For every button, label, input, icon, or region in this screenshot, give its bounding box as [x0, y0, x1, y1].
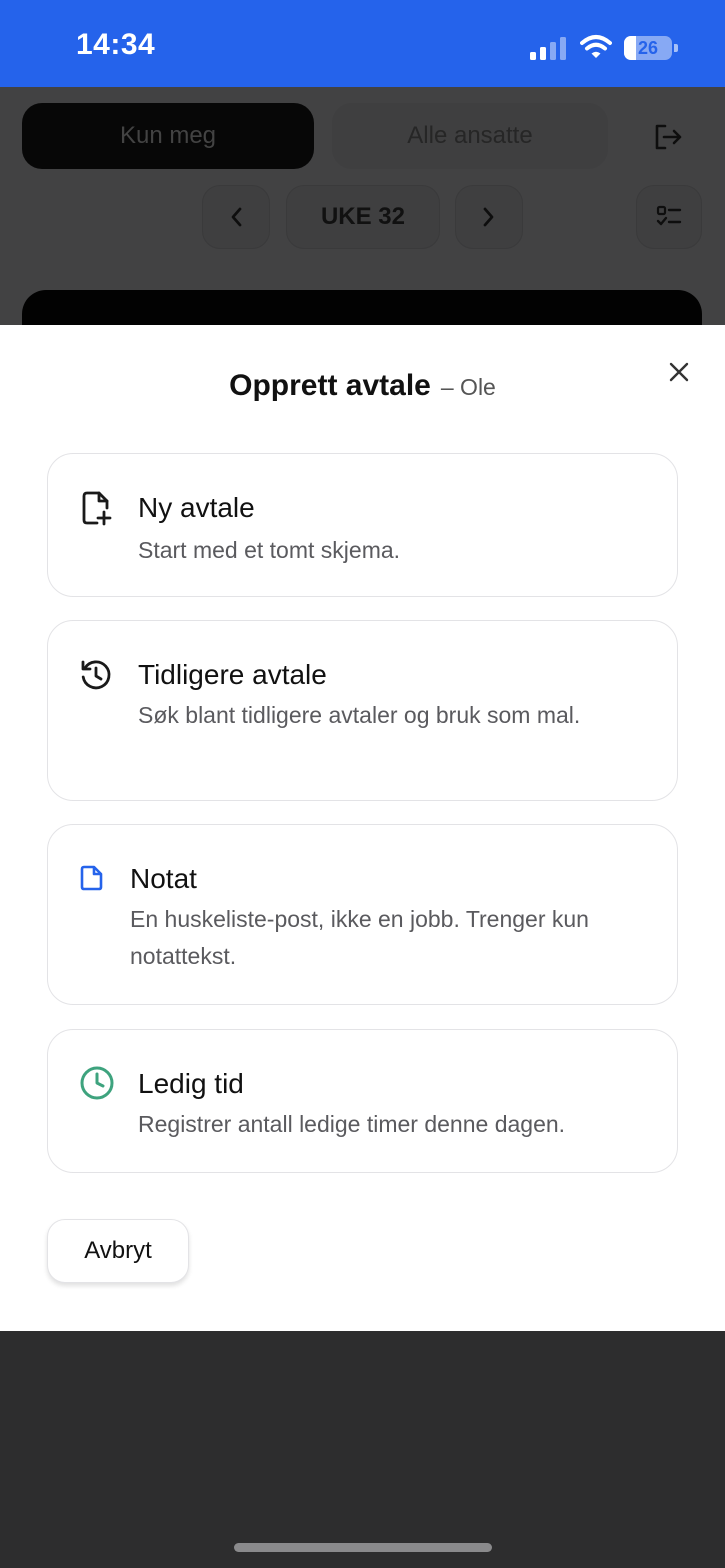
battery-icon: 26: [624, 36, 678, 60]
status-bar: 14:34 26: [0, 0, 725, 87]
option-available-time[interactable]: Ledig tid Registrer antall ledige timer …: [47, 1029, 678, 1173]
checklist-button: [636, 185, 702, 249]
wifi-icon: [580, 35, 612, 58]
segment-kun-meg: Kun meg: [22, 103, 314, 169]
history-icon: [81, 660, 111, 690]
file-plus-icon: [82, 491, 112, 526]
sheet-title-main: Opprett avtale: [229, 369, 431, 402]
option-new-appointment[interactable]: Ny avtale Start med et tomt skjema.: [47, 453, 678, 597]
option-description: Registrer antall ledige timer denne dage…: [138, 1111, 566, 1137]
week-next-button: [455, 185, 523, 249]
segment-alle-ansatte: Alle ansatte: [332, 103, 608, 169]
option-note[interactable]: Notat En huskeliste-post, ikke en jobb. …: [47, 824, 678, 1005]
option-description: Søk blant tidligere avtaler og bruk som …: [138, 702, 581, 728]
option-description: Start med et tomt skjema.: [138, 537, 401, 563]
chevron-left-icon: [231, 207, 242, 227]
sheet-title-subtitle: – Ole: [440, 374, 496, 400]
week-label: UKE 32: [286, 185, 440, 249]
option-previous-appointment[interactable]: Tidligere avtale Søk blant tidligere avt…: [47, 620, 678, 801]
option-title: Tidligere avtale: [138, 659, 327, 690]
background-app: Kun meg Alle ansatte UKE 32: [0, 87, 725, 350]
status-time: 14:34: [76, 28, 156, 61]
signal-icon: [530, 37, 566, 60]
close-icon: [669, 362, 689, 382]
cancel-button[interactable]: Avbryt: [47, 1219, 189, 1283]
option-description: En huskeliste-post, ikke en jobb. Trenge…: [130, 906, 589, 969]
close-button[interactable]: [664, 357, 694, 387]
checklist-icon: [656, 205, 682, 226]
clock-icon: [80, 1066, 114, 1100]
option-title: Ny avtale: [138, 492, 255, 523]
create-appointment-sheet: Opprett avtale – Ole Ny avtale Start med …: [0, 325, 725, 1331]
note-icon: [80, 865, 103, 891]
week-prev-button: [202, 185, 270, 249]
chevron-right-icon: [483, 207, 494, 227]
logout-icon: [655, 124, 682, 150]
option-title: Ledig tid: [138, 1068, 244, 1099]
battery-tip: [674, 44, 678, 52]
home-indicator[interactable]: [234, 1543, 492, 1552]
option-title: Notat: [130, 863, 197, 894]
sheet-title: Opprett avtale – Ole: [0, 369, 725, 403]
battery-level: 26: [637, 38, 659, 58]
